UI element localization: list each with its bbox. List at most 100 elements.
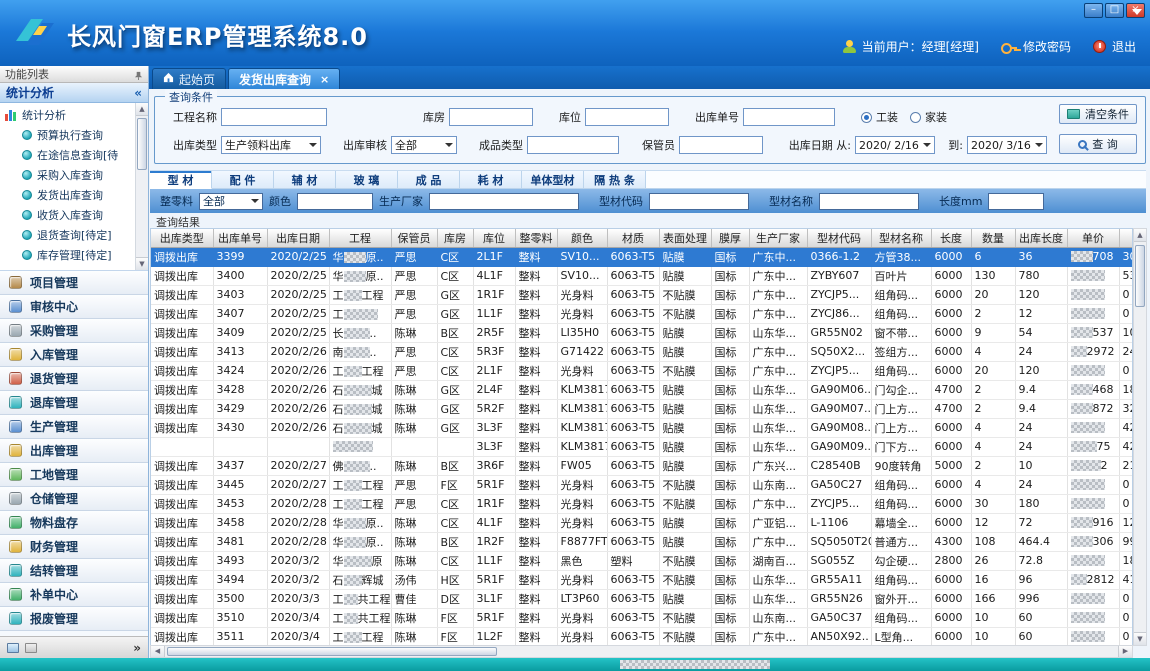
- column-header[interactable]: 库位: [473, 229, 515, 247]
- table-cell[interactable]: 黑色: [557, 551, 607, 570]
- table-cell[interactable]: ZYBY607: [807, 266, 871, 285]
- table-cell[interactable]: 陈琳: [391, 323, 437, 342]
- table-cell[interactable]: 2800: [931, 551, 971, 570]
- scroll-down-icon[interactable]: ▼: [1134, 632, 1146, 645]
- table-cell[interactable]: 整料: [515, 437, 557, 456]
- table-cell[interactable]: 6063-T5: [607, 456, 659, 475]
- table-cell[interactable]: 2: [1067, 456, 1119, 475]
- table-cell[interactable]: 4L1F: [473, 266, 515, 285]
- table-cell[interactable]: 石辉城: [329, 570, 391, 589]
- table-cell[interactable]: 贴膜: [659, 266, 711, 285]
- table-cell[interactable]: ZYCJP5...: [807, 361, 871, 380]
- table-cell[interactable]: 5000: [931, 456, 971, 475]
- table-cell[interactable]: 陈琳: [391, 551, 437, 570]
- table-cell[interactable]: 4300: [931, 532, 971, 551]
- table-cell[interactable]: 组角码...: [871, 475, 931, 494]
- table-cell[interactable]: 6000: [931, 361, 971, 380]
- table-cell[interactable]: 2L1F: [473, 247, 515, 266]
- table-cell[interactable]: 54: [1015, 323, 1067, 342]
- table-cell[interactable]: 门上方...: [871, 399, 931, 418]
- table-cell[interactable]: 贴膜: [659, 456, 711, 475]
- table-cell[interactable]: 石城: [329, 399, 391, 418]
- table-cell[interactable]: 整料: [515, 608, 557, 627]
- keeper-input[interactable]: [679, 136, 763, 154]
- table-cell[interactable]: 严思: [391, 494, 437, 513]
- table-cell[interactable]: 严思: [391, 342, 437, 361]
- tab-shipping-outbound-query[interactable]: 发货出库查询×: [228, 68, 340, 89]
- table-cell[interactable]: 整料: [515, 247, 557, 266]
- table-cell[interactable]: 6000: [931, 475, 971, 494]
- table-cell[interactable]: ZYCJ86...: [807, 304, 871, 323]
- table-cell[interactable]: 2020/2/28: [267, 494, 329, 513]
- table-cell[interactable]: GR55A11: [807, 570, 871, 589]
- table-cell[interactable]: 广东中...: [749, 342, 807, 361]
- scrollbar-thumb[interactable]: [1135, 245, 1145, 307]
- table-cell[interactable]: F8877FT: [557, 532, 607, 551]
- table-cell[interactable]: 工工程: [329, 285, 391, 304]
- table-cell[interactable]: 陈琳: [391, 627, 437, 646]
- table-cell[interactable]: 光身料: [557, 475, 607, 494]
- table-cell[interactable]: 12: [1015, 304, 1067, 323]
- column-header[interactable]: 库房: [437, 229, 473, 247]
- table-cell[interactable]: 广东中...: [749, 304, 807, 323]
- table-cell[interactable]: 贴膜: [659, 380, 711, 399]
- tree-root-statistics[interactable]: 统计分析: [5, 105, 134, 125]
- table-row[interactable]: 3L3F整料KLM38176063-T5贴膜国标山东华...GA90M09..门…: [151, 437, 1133, 456]
- table-cell[interactable]: 工工程: [329, 475, 391, 494]
- table-cell[interactable]: 佛..: [329, 456, 391, 475]
- table-row[interactable]: 调拨出库34282020/2/26石城陈琳G区2L4F整料KLM38176063…: [151, 380, 1133, 399]
- table-cell[interactable]: 调拨出库: [151, 285, 213, 304]
- table-cell[interactable]: 6000: [931, 266, 971, 285]
- table-cell[interactable]: 整料: [515, 266, 557, 285]
- table-cell[interactable]: 窗外开...: [871, 589, 931, 608]
- monitor-icon[interactable]: [7, 643, 19, 653]
- table-cell[interactable]: 不贴膜: [659, 627, 711, 646]
- table-cell[interactable]: 贴膜: [659, 323, 711, 342]
- scroll-up-icon[interactable]: ▲: [136, 103, 148, 116]
- table-cell[interactable]: SQ50X2...: [807, 342, 871, 361]
- sidebar-item[interactable]: 出库管理: [0, 439, 148, 463]
- table-cell[interactable]: 工工程: [329, 627, 391, 646]
- length-input[interactable]: [988, 193, 1044, 210]
- table-cell[interactable]: 24: [1015, 475, 1067, 494]
- profile-name-input[interactable]: [819, 193, 919, 210]
- table-cell[interactable]: 6000: [931, 570, 971, 589]
- table-row[interactable]: 调拨出库35002020/3/3工共工程曹佳D区3L1F整料LT3P606063…: [151, 589, 1133, 608]
- table-cell[interactable]: GA50C37: [807, 608, 871, 627]
- table-cell[interactable]: 国标: [711, 570, 749, 589]
- table-cell[interactable]: [1067, 285, 1119, 304]
- table-cell[interactable]: [391, 437, 437, 456]
- table-cell[interactable]: 6063-T5: [607, 513, 659, 532]
- table-cell[interactable]: 308: [1119, 247, 1133, 266]
- table-cell[interactable]: 2L4F: [473, 380, 515, 399]
- table-cell[interactable]: 9: [971, 323, 1015, 342]
- table-cell[interactable]: 光身料: [557, 304, 607, 323]
- table-cell[interactable]: [1067, 608, 1119, 627]
- tree-item[interactable]: 在途信息查询[待: [5, 145, 134, 165]
- column-header[interactable]: 保管员: [391, 229, 437, 247]
- table-cell[interactable]: 组角码...: [871, 494, 931, 513]
- table-cell[interactable]: 国标: [711, 456, 749, 475]
- table-cell[interactable]: 广东中...: [749, 532, 807, 551]
- table-cell[interactable]: G区: [437, 399, 473, 418]
- table-cell[interactable]: 2L1F: [473, 361, 515, 380]
- table-cell[interactable]: [1067, 266, 1119, 285]
- table-cell[interactable]: 国标: [711, 399, 749, 418]
- table-cell[interactable]: 广东中...: [749, 627, 807, 646]
- table-cell[interactable]: GR55N26: [807, 589, 871, 608]
- table-cell[interactable]: 26: [971, 551, 1015, 570]
- table-cell[interactable]: GA90M08..: [807, 418, 871, 437]
- table-cell[interactable]: B区: [437, 323, 473, 342]
- table-cell[interactable]: 10: [971, 608, 1015, 627]
- logout-button[interactable]: 退出: [1112, 38, 1136, 55]
- table-cell[interactable]: 整料: [515, 589, 557, 608]
- table-cell[interactable]: 严思: [391, 285, 437, 304]
- table-cell[interactable]: 贴膜: [659, 418, 711, 437]
- sidebar-item[interactable]: 项目管理: [0, 271, 148, 295]
- table-cell[interactable]: 门勾企...: [871, 380, 931, 399]
- table-cell[interactable]: 石城: [329, 418, 391, 437]
- table-cell[interactable]: 山东华...: [749, 399, 807, 418]
- panel-icon[interactable]: [25, 643, 37, 653]
- warehouse-input[interactable]: [449, 108, 533, 126]
- table-cell[interactable]: 国标: [711, 266, 749, 285]
